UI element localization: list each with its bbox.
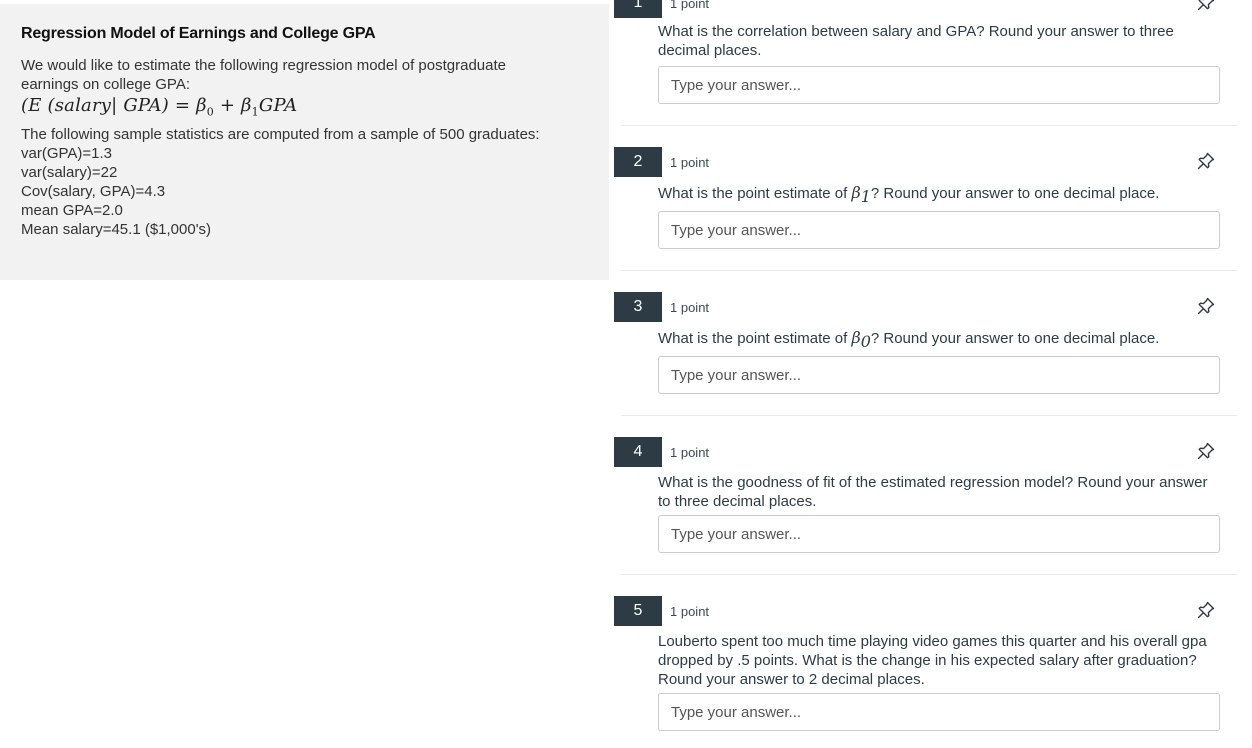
questions-column: 1 1 point What is the correlation betwee… (609, 0, 1252, 748)
question-text: What is the correlation between salary a… (658, 23, 1174, 59)
stat-cov: Cov(salary, GPA)=4.3 (21, 182, 166, 200)
stat-var-salary: var(salary)=22 (21, 163, 118, 181)
regression-formula: (E (salary| GPA) = β0 + β1GPA (21, 94, 588, 125)
pin-icon[interactable] (1196, 151, 1216, 171)
question-number: 3 (614, 292, 662, 322)
stat-mean-gpa: mean GPA=2.0 (21, 201, 123, 219)
context-panel: Regression Model of Earnings and College… (0, 4, 609, 280)
question-divider (621, 125, 1237, 126)
question-points: 1 point (670, 0, 710, 11)
pin-icon[interactable] (1196, 0, 1216, 12)
pin-icon[interactable] (1196, 441, 1216, 461)
formula-beta1-subscript: 1 (251, 105, 259, 119)
answer-input[interactable] (658, 66, 1220, 104)
stat-var-gpa: var(GPA)=1.3 (21, 144, 113, 162)
stat-mean-salary: Mean salary=45.1 ($1,000's) (21, 220, 212, 238)
question-text: Louberto spent too much time playing vid… (658, 633, 1207, 688)
formula-beta0-subscript: 0 (206, 105, 214, 119)
question-divider (621, 574, 1237, 575)
question-text-after: ? Round your answer to one decimal place… (870, 185, 1160, 202)
answer-input[interactable] (658, 211, 1220, 249)
beta-subscript: 1 (860, 187, 871, 206)
answer-input[interactable] (658, 356, 1220, 394)
question-text-before: What is the point estimate of (658, 330, 852, 347)
context-title: Regression Model of Earnings and College… (21, 25, 376, 42)
question-points: 1 point (670, 445, 710, 460)
beta-symbol: β (851, 183, 861, 202)
answer-input[interactable] (658, 693, 1220, 731)
pin-icon[interactable] (1196, 600, 1216, 620)
formula-mid: + β (213, 95, 252, 116)
stats-intro: The following sample statistics are comp… (21, 125, 540, 143)
question-divider (621, 415, 1237, 416)
beta-subscript: 0 (860, 332, 871, 351)
question-points: 1 point (670, 300, 710, 315)
question-divider (621, 270, 1237, 271)
question-number: 5 (614, 596, 662, 626)
formula-lhs: (E (salary| GPA) = β (21, 95, 207, 116)
context-intro: We would like to estimate the following … (21, 57, 506, 93)
question-text: What is the goodness of fit of the estim… (658, 474, 1208, 510)
stats-list: var(GPA)=1.3 var(salary)=22 Cov(salary, … (21, 144, 588, 239)
question-number: 2 (614, 147, 662, 177)
question-points: 1 point (670, 604, 710, 619)
question-text-after: ? Round your answer to one decimal place… (870, 330, 1160, 347)
question-points: 1 point (670, 155, 710, 170)
pin-icon[interactable] (1196, 296, 1216, 316)
beta-symbol: β (851, 328, 861, 347)
question-number: 4 (614, 437, 662, 467)
question-number: 1 (614, 0, 662, 18)
question-text-before: What is the point estimate of (658, 185, 852, 202)
question-text: What is the point estimate of β1? Round … (658, 183, 1208, 206)
question-text: What is the point estimate of β0? Round … (658, 328, 1208, 351)
answer-input[interactable] (658, 515, 1220, 553)
formula-rhs: GPA (258, 95, 298, 116)
